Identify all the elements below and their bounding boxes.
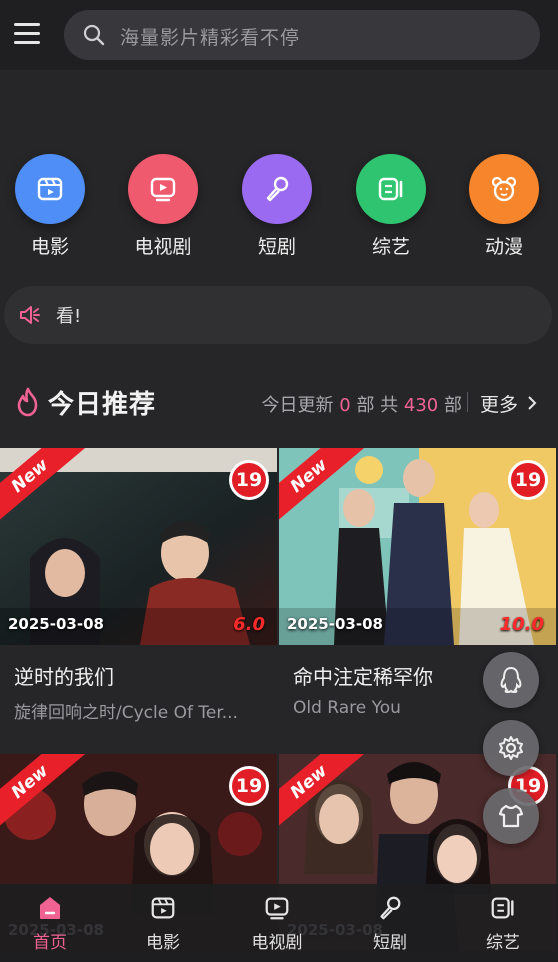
category-label: 动漫 bbox=[484, 236, 523, 258]
total-count: 430 bbox=[403, 395, 439, 416]
divider bbox=[467, 392, 468, 412]
card-subtitle: 旋律回响之时/Cycle Of Ter... bbox=[14, 703, 238, 723]
search-placeholder: 海量影片精彩看不停 bbox=[120, 27, 301, 49]
section-title: 今日推荐 bbox=[48, 390, 157, 420]
fire-icon bbox=[17, 387, 38, 417]
update-stats: 今日更新 0 部 共 430 部 bbox=[262, 391, 462, 417]
score: 6.0 bbox=[233, 614, 265, 635]
tab-label: 综艺 bbox=[486, 933, 520, 953]
tab-tv[interactable]: 电视剧 bbox=[232, 894, 322, 953]
category-tv[interactable]: 电视剧 bbox=[113, 150, 213, 259]
tab-label: 短剧 bbox=[373, 933, 407, 953]
tv-icon bbox=[128, 154, 198, 224]
tab-label: 电视剧 bbox=[251, 933, 303, 953]
search-input[interactable]: 海量影片精彩看不停 bbox=[64, 10, 540, 60]
theme-button[interactable] bbox=[483, 788, 539, 844]
age-rating-badge: 19 bbox=[229, 460, 269, 500]
card-title[interactable]: 逆时的我们 bbox=[14, 661, 277, 690]
settings-button[interactable] bbox=[483, 720, 539, 776]
category-label: 综艺 bbox=[371, 236, 410, 258]
shirt-icon bbox=[498, 804, 524, 828]
qq-icon bbox=[500, 666, 522, 694]
more-link[interactable]: 更多 bbox=[480, 390, 518, 417]
stats-unit: 部 bbox=[356, 395, 375, 416]
category-variety[interactable]: 综艺 bbox=[341, 150, 441, 259]
category-short-drama[interactable]: 短剧 bbox=[227, 150, 327, 259]
category-label: 电视剧 bbox=[134, 236, 192, 258]
tab-label: 电影 bbox=[146, 933, 180, 953]
speaker-icon bbox=[20, 306, 40, 324]
home-icon bbox=[40, 897, 60, 919]
film-icon bbox=[15, 154, 85, 224]
tab-label: 首页 bbox=[33, 933, 67, 953]
stats-unit: 部 bbox=[444, 395, 462, 416]
film-icon bbox=[151, 897, 175, 919]
stats-prefix: 今日更新 bbox=[261, 395, 334, 416]
bottom-tab-bar: 首页 电影 电视剧 短剧 综艺 bbox=[0, 884, 558, 962]
bear-icon bbox=[469, 154, 539, 224]
tab-short-drama[interactable]: 短剧 bbox=[345, 894, 435, 953]
category-label: 短剧 bbox=[257, 236, 296, 258]
tab-variety[interactable]: 综艺 bbox=[458, 894, 548, 953]
section-header: 今日推荐 今日更新 0 部 共 430 部 更多 bbox=[0, 380, 558, 426]
category-anime[interactable]: 动漫 bbox=[454, 150, 554, 259]
chevron-right-icon[interactable] bbox=[527, 396, 537, 410]
age-rating-badge: 19 bbox=[229, 766, 269, 806]
menu-icon[interactable] bbox=[14, 20, 42, 48]
release-date: 2025-03-08 bbox=[8, 615, 104, 633]
variety-icon bbox=[491, 897, 514, 919]
release-date: 2025-03-08 bbox=[287, 615, 383, 633]
category-row: 电影 电视剧 短剧 综艺 动漫 bbox=[0, 150, 558, 260]
notice-text: 看! bbox=[56, 306, 82, 327]
microphone-icon bbox=[242, 154, 312, 224]
age-rating-badge: 19 bbox=[508, 460, 548, 500]
notice-bar[interactable]: 看! bbox=[4, 286, 552, 344]
tab-home[interactable]: 首页 bbox=[5, 894, 95, 953]
tab-movie[interactable]: 电影 bbox=[118, 894, 208, 953]
total-label: 共 bbox=[380, 395, 399, 416]
search-icon bbox=[83, 24, 105, 46]
settings-icon bbox=[499, 736, 523, 760]
top-bar: 海量影片精彩看不停 bbox=[0, 0, 558, 70]
tv-icon bbox=[265, 897, 289, 920]
video-card[interactable]: New 19 2025-03-08 6.0 逆时的我们 旋律回响之时/Cycle… bbox=[0, 448, 277, 723]
variety-icon bbox=[356, 154, 426, 224]
poster-image[interactable]: New 19 2025-03-08 10.0 bbox=[279, 448, 556, 645]
poster-image[interactable]: New 19 2025-03-08 6.0 bbox=[0, 448, 277, 645]
category-movie[interactable]: 电影 bbox=[0, 150, 100, 259]
microphone-icon bbox=[380, 896, 401, 920]
today-count: 0 bbox=[339, 395, 351, 416]
category-label: 电影 bbox=[30, 236, 69, 258]
qq-button[interactable] bbox=[483, 652, 539, 708]
score: 10.0 bbox=[499, 614, 544, 635]
